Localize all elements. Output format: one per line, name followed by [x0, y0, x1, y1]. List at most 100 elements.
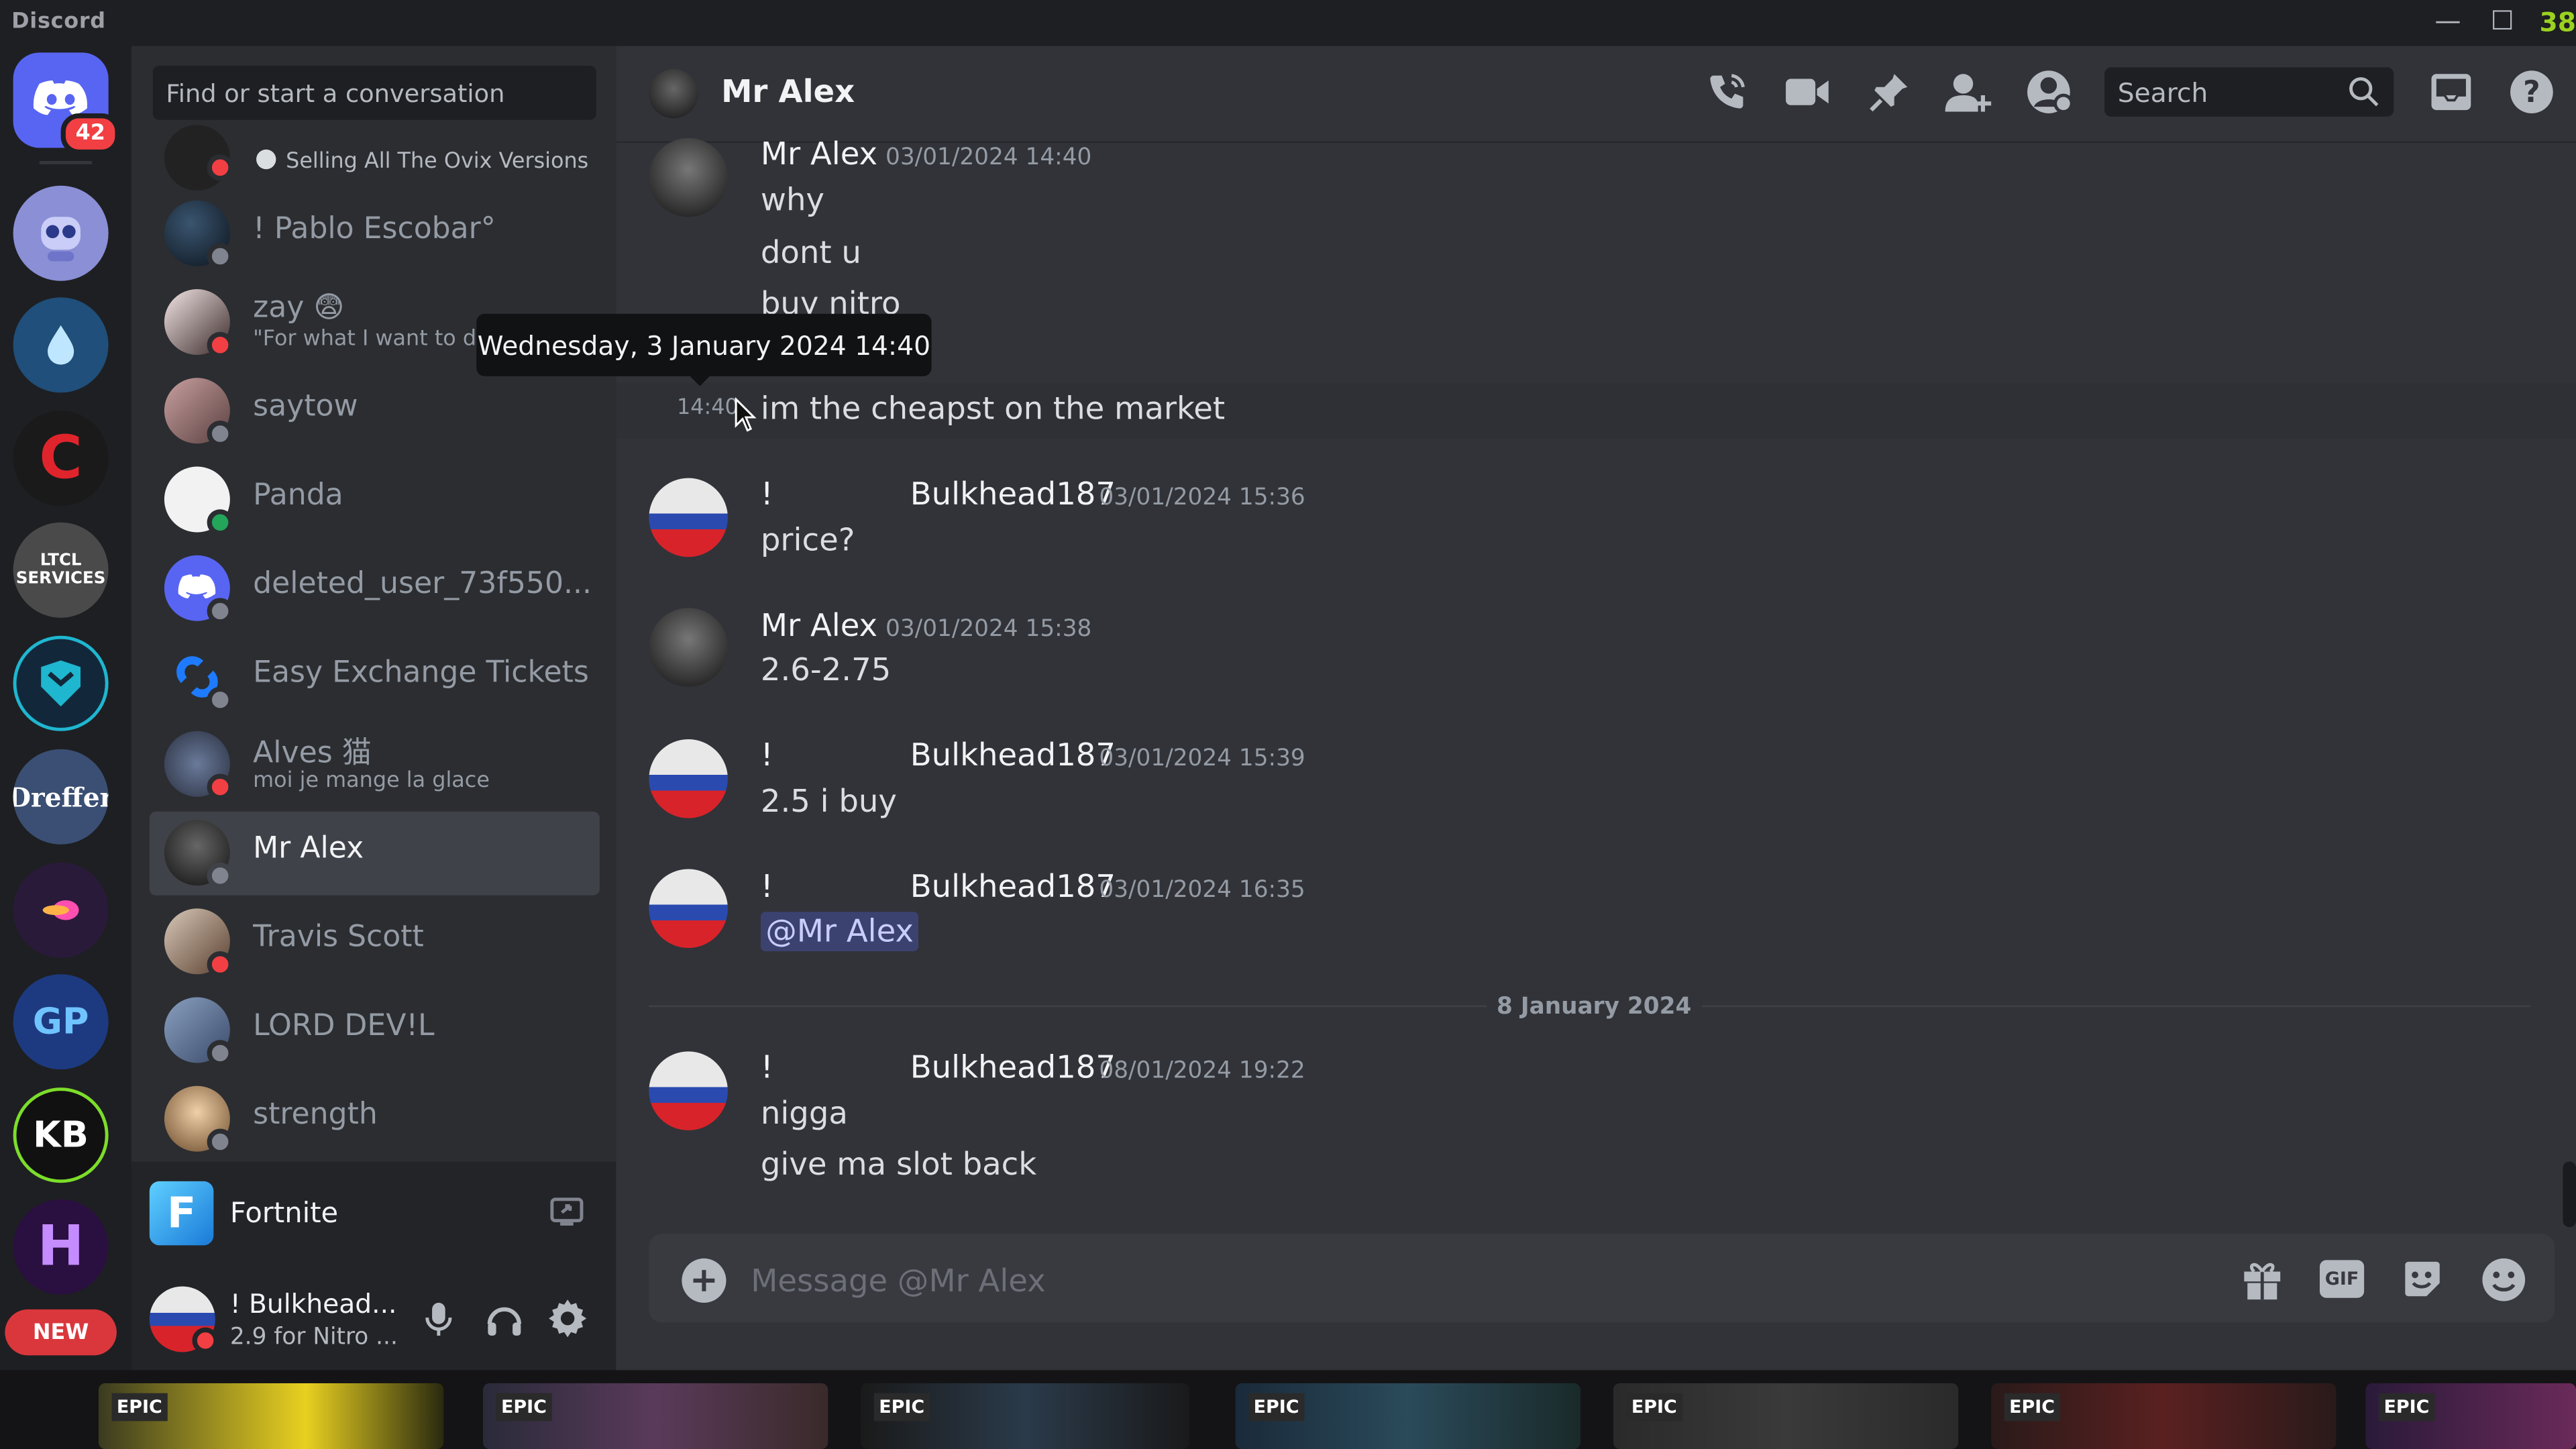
taskbar-tile[interactable]: EPIC: [861, 1383, 1190, 1449]
message-text: 2.5 i buy: [760, 784, 897, 820]
message-input[interactable]: [747, 1255, 2200, 1308]
sticker-icon[interactable]: [2400, 1256, 2445, 1301]
dm-item[interactable]: Selling All The Ovix Versions: [150, 125, 600, 194]
message-timestamp: 03/01/2024 16:35: [1099, 877, 1305, 904]
inbox-icon[interactable]: [2425, 66, 2477, 118]
help-icon[interactable]: ?: [2506, 66, 2558, 118]
user-mention[interactable]: @Mr Alex: [760, 912, 919, 951]
gif-button[interactable]: GIF: [2319, 1260, 2365, 1298]
server-icon-h[interactable]: H: [13, 1199, 109, 1295]
message-author[interactable]: Bulkhead187: [910, 1050, 1116, 1086]
server-initials: GP: [32, 1001, 89, 1042]
status-offline-icon: [207, 1128, 233, 1155]
dm-item-saytow[interactable]: saytow: [150, 370, 600, 451]
status-dnd-icon: [192, 1327, 219, 1354]
fps-counter: 38: [2539, 6, 2576, 38]
dm-status-text: Selling All The Ovix Versions: [256, 149, 588, 174]
dm-item-deleted-user[interactable]: deleted_user_73f550...: [150, 547, 600, 629]
activity-dot-icon: [256, 149, 276, 170]
status-offline-icon: [207, 598, 233, 625]
minimize-icon[interactable]: —: [2434, 5, 2461, 36]
taskbar-tile[interactable]: EPIC: [483, 1383, 828, 1449]
dm-name: strength: [253, 1097, 378, 1132]
message-timestamp: 03/01/2024 14:40: [885, 144, 1092, 171]
tile-label: EPIC: [2004, 1393, 2060, 1421]
dm-name: Travis Scott: [253, 920, 424, 955]
taskbar-tile[interactable]: EPIC: [2365, 1383, 2576, 1449]
message-avatar[interactable]: [649, 138, 728, 217]
pinned-messages-icon[interactable]: [1863, 66, 1915, 118]
robot-icon: [41, 217, 81, 262]
dm-item-lord-devil[interactable]: LORD DEV!L: [150, 989, 600, 1071]
taskbar-tile[interactable]: EPIC: [1613, 1383, 1959, 1449]
message-text: why: [760, 182, 824, 219]
message-short-timestamp[interactable]: 14:40: [677, 396, 739, 421]
maximize-icon[interactable]: ☐: [2491, 5, 2514, 36]
message-avatar[interactable]: [649, 739, 728, 818]
dm-item-mr-alex[interactable]: Mr Alex: [149, 811, 600, 896]
message-author[interactable]: Bulkhead187: [910, 738, 1116, 774]
taskbar-tile[interactable]: EPIC: [1235, 1383, 1580, 1449]
video-call-icon[interactable]: [1781, 66, 1833, 118]
fortnite-icon: F: [149, 1181, 214, 1246]
headphones-icon[interactable]: [484, 1299, 524, 1339]
server-icon-3[interactable]: C: [13, 411, 109, 506]
message-author[interactable]: Mr Alex: [761, 608, 877, 644]
dm-search-input[interactable]: [152, 65, 596, 120]
chat-scrollbar-thumb[interactable]: [2563, 1161, 2576, 1228]
dm-name: Panda: [253, 478, 343, 513]
voice-call-icon[interactable]: [1701, 66, 1753, 118]
emoji-icon[interactable]: [2481, 1256, 2527, 1303]
search-icon: [2349, 77, 2379, 107]
message-avatar[interactable]: [649, 869, 728, 949]
message-text: 2.6-2.75: [760, 652, 892, 689]
dm-status-text: moi je mange la glace: [253, 769, 490, 794]
dm-item-panda[interactable]: Panda: [150, 458, 600, 540]
tile-label: EPIC: [111, 1393, 168, 1421]
app-title: Discord: [11, 9, 106, 35]
tile-label: EPIC: [1248, 1393, 1304, 1421]
server-initials: H: [37, 1214, 85, 1280]
status-offline-icon: [207, 686, 233, 713]
settings-gear-icon[interactable]: [547, 1298, 588, 1339]
status-offline-icon: [207, 243, 233, 270]
dm-item-alves[interactable]: Alves 猫 moi je mange la glace: [150, 723, 600, 805]
new-badge[interactable]: NEW: [5, 1309, 117, 1356]
message-avatar[interactable]: [649, 478, 728, 557]
taskbar-tile[interactable]: EPIC: [98, 1383, 444, 1449]
gift-icon[interactable]: [2241, 1256, 2284, 1303]
microphone-icon[interactable]: [421, 1299, 457, 1339]
server-icon-kb[interactable]: KB: [13, 1087, 109, 1183]
message-author[interactable]: Bulkhead187: [910, 869, 1116, 906]
status-online-icon: [207, 509, 233, 536]
dm-item-strength[interactable]: strength: [150, 1078, 600, 1160]
attach-plus-button[interactable]: [682, 1258, 727, 1303]
server-icon-dreffer[interactable]: Dreffer: [13, 749, 109, 845]
status-offline-icon: [207, 862, 233, 889]
message-avatar[interactable]: [649, 608, 728, 687]
message-timestamp: 03/01/2024 15:36: [1099, 484, 1305, 511]
server-icon-5[interactable]: [13, 635, 109, 731]
user-status: 2.9 for Nitro ...: [229, 1324, 398, 1351]
user-profile-icon[interactable]: [2023, 66, 2075, 118]
server-icon-gp[interactable]: GP: [13, 974, 109, 1070]
message-avatar[interactable]: [649, 1051, 728, 1130]
author-prefix: !: [760, 476, 773, 513]
author-prefix: !: [760, 737, 773, 774]
dm-item-pablo[interactable]: ! Pablo Escobar°: [150, 193, 600, 274]
dm-name: Mr Alex: [253, 831, 364, 866]
server-icon-2[interactable]: [13, 297, 109, 393]
dm-item-travis-scott[interactable]: Travis Scott: [150, 900, 600, 982]
taskbar-tile[interactable]: EPIC: [1991, 1383, 2337, 1449]
stream-game-icon[interactable]: [549, 1194, 585, 1230]
server-icon-1[interactable]: [13, 185, 109, 281]
dm-item-easy-exchange[interactable]: Easy Exchange Tickets: [150, 636, 600, 718]
message-author[interactable]: Bulkhead187: [910, 476, 1116, 513]
dm-name: deleted_user_73f550...: [253, 566, 592, 602]
server-initials: C: [39, 425, 83, 492]
server-icon-ltcl[interactable]: LTCL SERVICES: [13, 522, 109, 618]
add-friends-icon[interactable]: [1942, 66, 1994, 118]
server-icon-7[interactable]: [13, 862, 109, 958]
header-search-input[interactable]: Search: [2104, 67, 2394, 117]
message-author[interactable]: Mr Alex: [761, 136, 877, 172]
